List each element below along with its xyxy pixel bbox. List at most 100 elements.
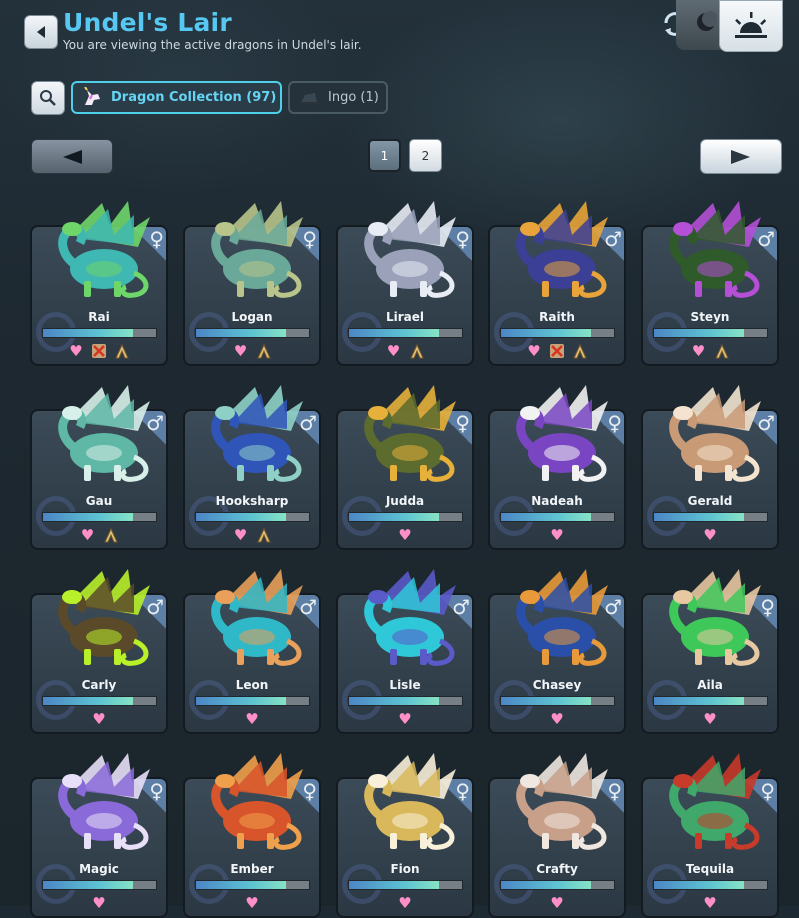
dragon-name[interactable]: Steyn [643,310,777,324]
gene-icon[interactable] [255,527,273,543]
dragon-card[interactable]: ♀ Fion ♥ [336,753,474,918]
dragon-image[interactable] [203,563,308,673]
gene-icon[interactable] [113,343,131,359]
dragon-name[interactable]: Leon [185,678,319,692]
dragon-card[interactable]: ♀ Tequila ♥ [641,753,779,918]
dragon-image[interactable] [356,379,461,489]
heart-icon[interactable]: ♥ [243,711,261,727]
dragon-image[interactable] [50,747,155,857]
dragon-name[interactable]: Judda [338,494,472,508]
dragon-image[interactable] [356,747,461,857]
dragon-card[interactable]: ♀ Crafty ♥ [488,753,626,918]
dragon-card[interactable]: ♀ Magic ♥ [30,753,168,918]
search-button[interactable] [31,81,65,115]
heart-icon[interactable]: ♥ [548,527,566,543]
heart-icon[interactable]: ♥ [701,527,719,543]
dragon-image[interactable] [356,195,461,305]
heart-icon[interactable]: ♥ [79,527,97,543]
dragon-name[interactable]: Fion [338,862,472,876]
heart-icon[interactable]: ♥ [396,527,414,543]
dragon-image[interactable] [203,379,308,489]
dragon-image[interactable] [508,563,613,673]
page-2-button[interactable]: 2 [409,139,442,172]
dragon-card[interactable]: ♂ Chasey ♥ [488,569,626,734]
dragon-name[interactable]: Lisle [338,678,472,692]
dragon-image[interactable] [661,379,766,489]
energy-bar-fill [43,513,134,521]
dragon-image[interactable] [50,563,155,673]
heart-icon[interactable]: ♥ [243,895,261,911]
heart-icon[interactable]: ♥ [232,343,250,359]
next-page-button[interactable] [700,139,782,174]
dragon-name[interactable]: Carly [32,678,166,692]
tab-ingo[interactable]: Ingo (1) [288,81,388,114]
no-breed-icon[interactable] [548,343,566,359]
dragon-name[interactable]: Chasey [490,678,624,692]
dragon-card[interactable]: ♀ Logan ♥ [183,201,321,366]
gene-icon[interactable] [571,343,589,359]
dragon-name[interactable]: Gerald [643,494,777,508]
dragon-card[interactable]: ♀ Lirael ♥ [336,201,474,366]
dragon-image[interactable] [508,747,613,857]
dragon-name[interactable]: Nadeah [490,494,624,508]
dragon-image[interactable] [203,195,308,305]
dragon-name[interactable]: Lirael [338,310,472,324]
heart-icon[interactable]: ♥ [548,895,566,911]
heart-icon[interactable]: ♥ [396,895,414,911]
dragon-name[interactable]: Tequila [643,862,777,876]
dragon-image[interactable] [356,563,461,673]
heart-icon[interactable]: ♥ [701,895,719,911]
dragon-image[interactable] [50,195,155,305]
tab-dragon-collection[interactable]: Dragon Collection (97) [71,81,282,114]
heart-icon[interactable]: ♥ [232,527,250,543]
dragon-card[interactable]: ♂ Steyn ♥ [641,201,779,366]
dragon-card[interactable]: ♂ Hooksharp ♥ [183,385,321,550]
dragon-name[interactable]: Rai [32,310,166,324]
dragon-card[interactable]: ♂ Carly ♥ [30,569,168,734]
day-mode-button[interactable] [719,0,783,52]
dragon-card[interactable]: ♂ Lisle ♥ [336,569,474,734]
dragon-image[interactable] [661,563,766,673]
gene-icon[interactable] [255,343,273,359]
dragon-card[interactable]: ♀ Ember ♥ [183,753,321,918]
heart-icon[interactable]: ♥ [90,711,108,727]
dragon-name[interactable]: Ember [185,862,319,876]
heart-icon[interactable]: ♥ [90,895,108,911]
heart-icon[interactable]: ♥ [396,711,414,727]
dragon-card[interactable]: ♀ Judda ♥ [336,385,474,550]
dragon-name[interactable]: Magic [32,862,166,876]
dragon-image[interactable] [661,195,766,305]
gene-icon[interactable] [408,343,426,359]
back-button[interactable] [24,15,58,49]
gene-icon[interactable] [102,527,120,543]
heart-icon[interactable]: ♥ [690,343,708,359]
dragon-image[interactable] [508,379,613,489]
heart-icon[interactable]: ♥ [385,343,403,359]
dragon-image[interactable] [50,379,155,489]
heart-icon[interactable]: ♥ [525,343,543,359]
dragon-card[interactable]: ♀ Nadeah ♥ [488,385,626,550]
page-1-button[interactable]: 1 [368,139,401,172]
dragon-card[interactable]: ♂ Gau ♥ [30,385,168,550]
dragon-card[interactable]: ♀ Rai ♥ [30,201,168,366]
dragon-name[interactable]: Aila [643,678,777,692]
dragon-name[interactable]: Crafty [490,862,624,876]
dragon-name[interactable]: Hooksharp [185,494,319,508]
dragon-image[interactable] [203,747,308,857]
no-breed-icon[interactable] [90,343,108,359]
dragon-name[interactable]: Logan [185,310,319,324]
dragon-name[interactable]: Gau [32,494,166,508]
gene-icon[interactable] [713,343,731,359]
dragon-card[interactable]: ♂ Raith ♥ [488,201,626,366]
dragon-image[interactable] [661,747,766,857]
heart-icon[interactable]: ♥ [67,343,85,359]
dragon-image[interactable] [508,195,613,305]
previous-page-button[interactable] [31,139,113,174]
dragon-card[interactable]: ♂ Gerald ♥ [641,385,779,550]
heart-icon[interactable]: ♥ [701,711,719,727]
dragon-card[interactable]: ♀ Aila ♥ [641,569,779,734]
dragon-card[interactable]: ♂ Leon ♥ [183,569,321,734]
moon-icon[interactable] [695,11,717,33]
dragon-name[interactable]: Raith [490,310,624,324]
heart-icon[interactable]: ♥ [548,711,566,727]
